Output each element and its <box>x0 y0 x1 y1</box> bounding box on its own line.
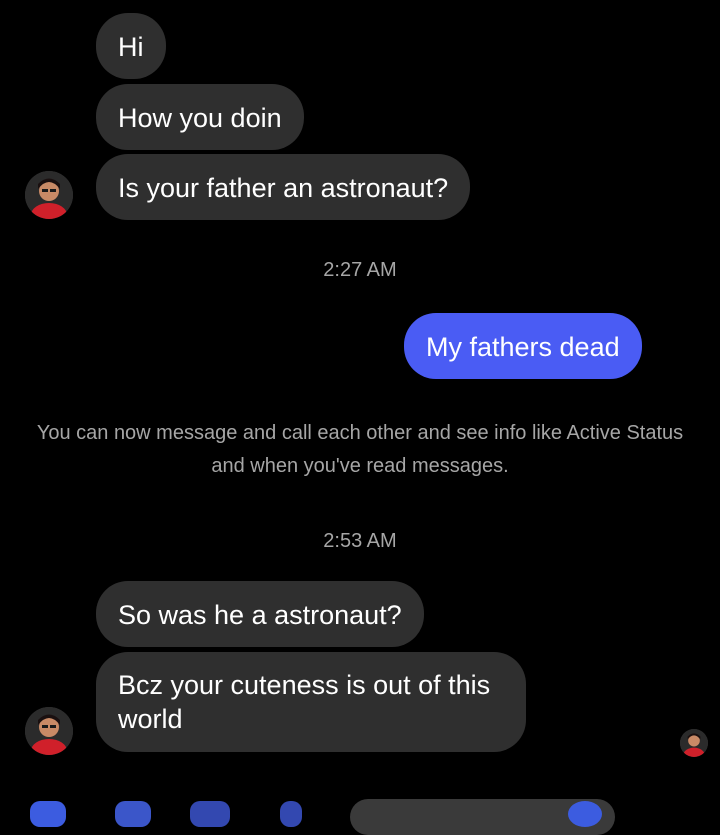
message-text: My fathers dead <box>426 332 620 362</box>
message-text: How you doin <box>118 103 282 133</box>
sender-avatar[interactable] <box>25 171 73 219</box>
incoming-message-bubble[interactable]: Bcz your cuteness is out of this world <box>96 652 526 752</box>
camera-icon[interactable] <box>30 801 66 827</box>
profile-photo-icon <box>25 707 73 755</box>
outgoing-message-bubble[interactable]: My fathers dead <box>404 313 642 379</box>
incoming-message-bubble[interactable]: Is your father an astronaut? <box>96 154 471 220</box>
incoming-message-bubble[interactable]: How you doin <box>96 84 304 150</box>
profile-photo-icon <box>680 729 708 757</box>
read-receipt-avatar <box>680 729 708 757</box>
incoming-message-bubble[interactable]: Hi <box>96 13 166 79</box>
sticker-icon[interactable] <box>280 801 302 827</box>
emoji-icon[interactable] <box>568 801 602 827</box>
timestamp: 2:27 AM <box>323 259 397 281</box>
message-text: So was he a astronaut? <box>118 600 402 630</box>
message-text: Is your father an astronaut? <box>118 173 449 203</box>
timestamp: 2:53 AM <box>323 530 397 552</box>
system-notice: You can now message and call each other … <box>36 422 684 477</box>
message-text: Hi <box>118 32 144 62</box>
profile-photo-icon <box>25 171 73 219</box>
message-text: Bcz your cuteness is out of this world <box>118 670 491 734</box>
photo-icon[interactable] <box>115 801 151 827</box>
mic-icon[interactable] <box>190 801 230 827</box>
incoming-message-bubble[interactable]: So was he a astronaut? <box>96 581 424 647</box>
sender-avatar[interactable] <box>25 707 73 755</box>
